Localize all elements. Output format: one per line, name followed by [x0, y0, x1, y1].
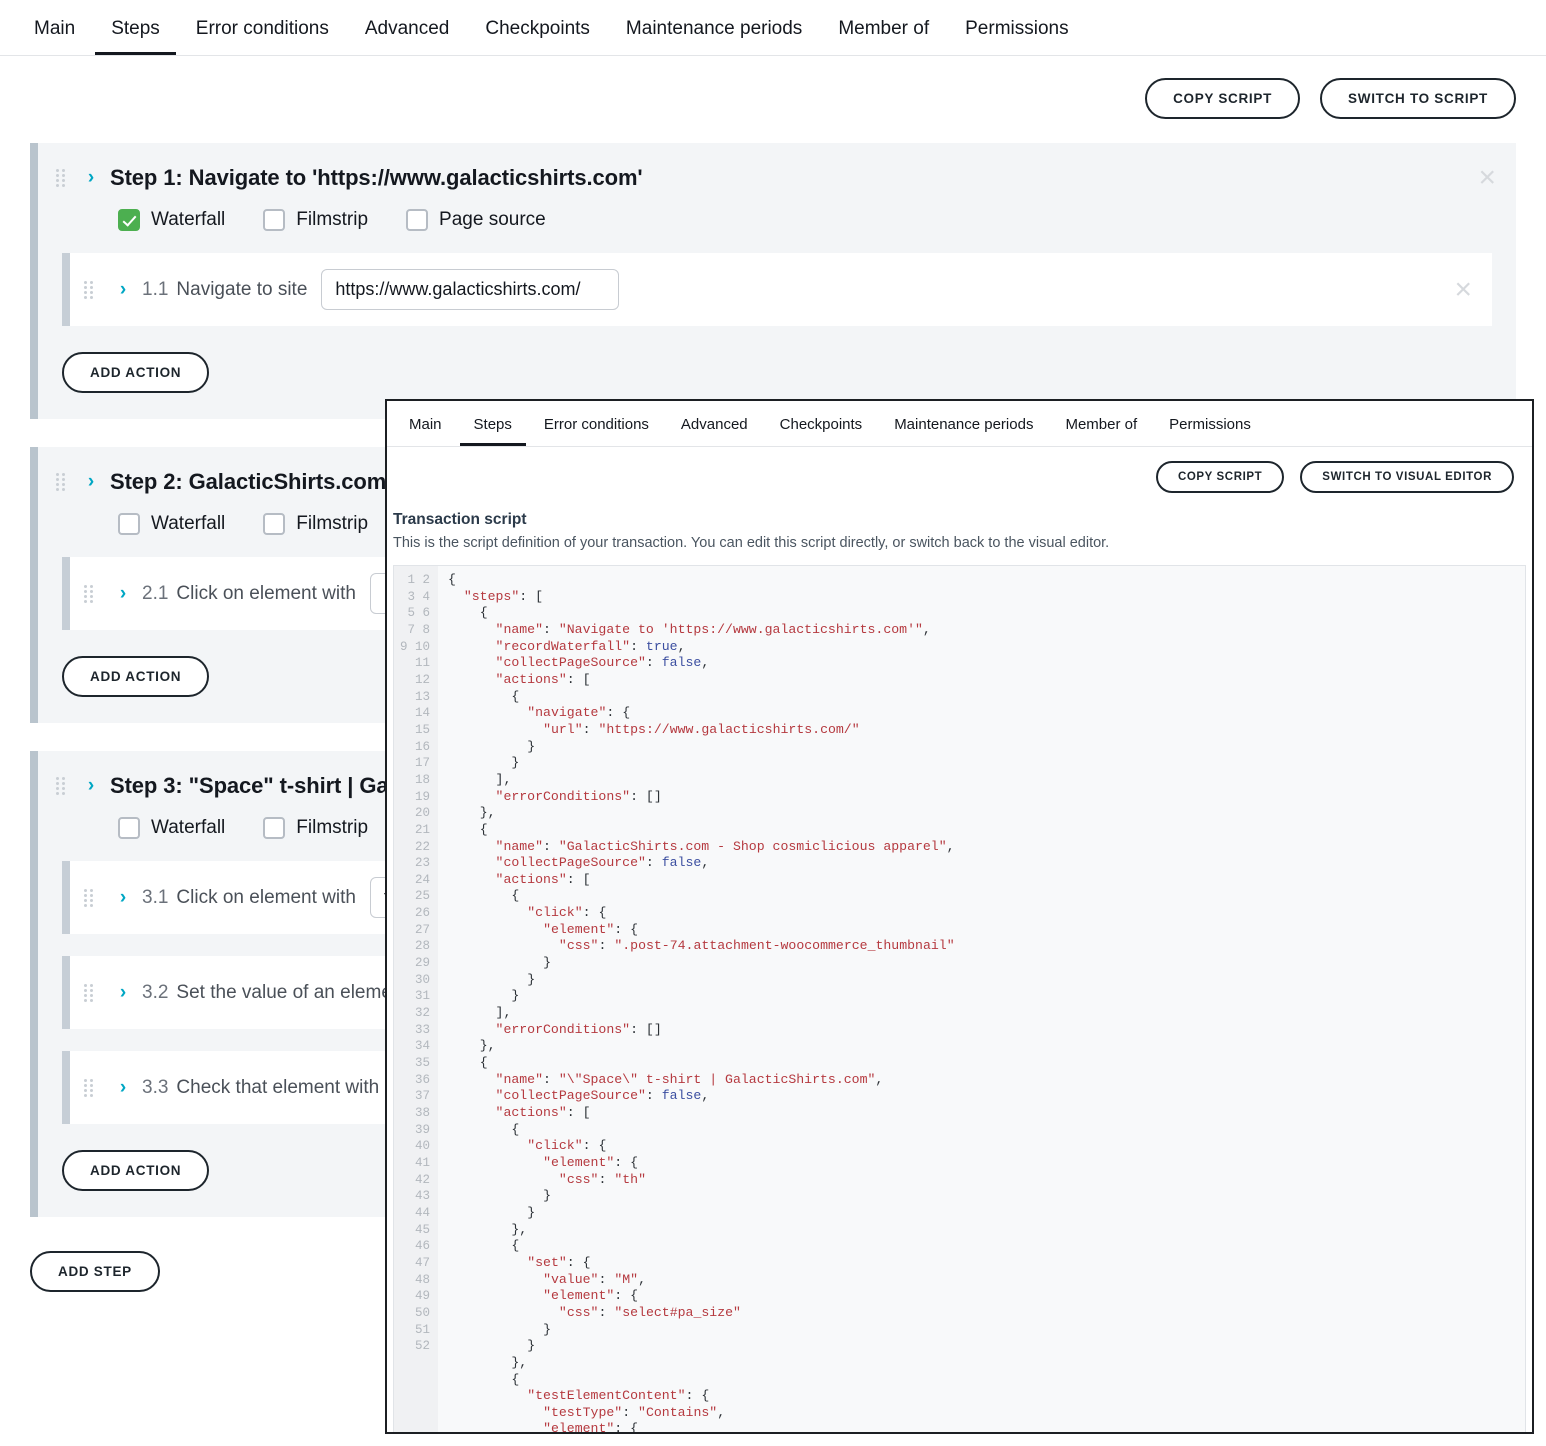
drag-handle-icon[interactable] — [84, 1077, 98, 1099]
drag-handle-icon[interactable] — [84, 887, 98, 909]
switch-to-script-button[interactable]: SWITCH TO SCRIPT — [1320, 78, 1516, 119]
copy-script-button[interactable]: COPY SCRIPT — [1145, 78, 1301, 119]
overlay-copy-script-button[interactable]: COPY SCRIPT — [1155, 461, 1285, 493]
tab-checkpoints[interactable]: Checkpoints — [469, 19, 606, 55]
drag-handle-icon[interactable] — [84, 279, 98, 301]
drag-handle-icon[interactable] — [56, 167, 70, 189]
chevron-right-icon[interactable]: › — [82, 775, 100, 797]
tab-main[interactable]: Main — [18, 19, 91, 55]
overlay-toolbar: COPY SCRIPT SWITCH TO VISUAL EDITOR — [387, 447, 1532, 493]
drag-handle-icon[interactable] — [56, 471, 70, 493]
checkbox-label: Waterfall — [151, 209, 226, 230]
overlay-tabbar: Main Steps Error conditions Advanced Checkpo… — [387, 401, 1532, 447]
checkbox-empty-icon[interactable] — [263, 209, 286, 231]
tab-permissions[interactable]: Permissions — [949, 19, 1084, 55]
checkbox-empty-icon[interactable] — [263, 513, 286, 535]
chevron-right-icon[interactable]: › — [82, 471, 100, 493]
overlay-tab-member-of[interactable]: Member of — [1051, 417, 1151, 446]
checkmark-icon[interactable] — [118, 209, 140, 231]
step-header: › Step 1: Navigate to 'https://www.galact… — [38, 163, 1516, 193]
tab-steps[interactable]: Steps — [95, 19, 176, 55]
editor-toolbar: COPY SCRIPT SWITCH TO SCRIPT — [0, 56, 1546, 119]
action-value-input[interactable] — [321, 269, 620, 310]
drag-handle-icon[interactable] — [56, 775, 70, 797]
checkbox-label: Page source — [439, 209, 546, 230]
add-action-button[interactable]: ADD ACTION — [62, 656, 210, 697]
overlay-tab-main[interactable]: Main — [395, 417, 456, 446]
script-code-editor[interactable]: 1 2 3 4 5 6 7 8 9 10 11 12 13 14 15 16 1… — [393, 565, 1526, 1432]
checkbox-page-source[interactable]: Page source — [406, 209, 546, 231]
overlay-tab-advanced[interactable]: Advanced — [667, 417, 762, 446]
step-options: Waterfall Filmstrip Page source — [38, 191, 1516, 231]
close-icon[interactable]: × — [1478, 163, 1496, 193]
overlay-tab-maintenance-periods[interactable]: Maintenance periods — [880, 417, 1047, 446]
chevron-right-icon[interactable]: › — [114, 887, 132, 909]
drag-handle-icon[interactable] — [84, 583, 98, 605]
checkbox-label: Filmstrip — [296, 817, 369, 838]
chevron-right-icon[interactable]: › — [114, 583, 132, 605]
checkbox-filmstrip[interactable]: Filmstrip — [263, 513, 368, 535]
action-label: 3.3 Check that element with — [142, 1076, 380, 1098]
action-number: 1.1 — [142, 278, 169, 300]
transaction-script-description: This is the script definition of your tr… — [393, 535, 1110, 551]
checkbox-empty-icon[interactable] — [118, 513, 140, 535]
checkbox-waterfall[interactable]: Waterfall — [118, 817, 225, 839]
tab-advanced[interactable]: Advanced — [349, 19, 466, 55]
action-number: 2.1 — [142, 582, 169, 604]
action-number: 3.1 — [142, 886, 169, 908]
chevron-right-icon[interactable]: › — [82, 167, 100, 189]
code-line-numbers: 1 2 3 4 5 6 7 8 9 10 11 12 13 14 15 16 1… — [394, 566, 438, 1432]
action-row: › 1.1Navigate to site × — [62, 253, 1492, 326]
overlay-tab-permissions[interactable]: Permissions — [1155, 417, 1265, 446]
step-title: Step 1: Navigate to 'https://www.galacti… — [110, 165, 643, 190]
editor-tabbar: Main Steps Error conditions Advanced Checkpo… — [0, 0, 1546, 56]
action-label: 1.1 Navigate to site — [142, 278, 308, 300]
checkbox-label: Filmstrip — [296, 513, 369, 534]
add-step-button[interactable]: ADD STEP — [30, 1251, 160, 1292]
overlay-tab-checkpoints[interactable]: Checkpoints — [766, 417, 877, 446]
step-card: › Step 1: Navigate to 'https://www.galact… — [30, 143, 1516, 419]
checkbox-label: Waterfall — [151, 817, 226, 838]
checkbox-label: Waterfall — [151, 513, 226, 534]
close-icon[interactable]: × — [1454, 274, 1472, 305]
chevron-right-icon[interactable]: › — [114, 1077, 132, 1099]
chevron-right-icon[interactable]: › — [114, 279, 132, 301]
action-label: 3.1 Click on element with — [142, 886, 356, 908]
code-content[interactable]: { "steps": [ { "name": "Navigate to 'htt… — [438, 566, 1525, 1432]
drag-handle-icon[interactable] — [84, 982, 98, 1004]
checkbox-empty-icon[interactable] — [263, 817, 286, 839]
overlay-tab-error-conditions[interactable]: Error conditions — [530, 417, 663, 446]
checkbox-label: Filmstrip — [296, 209, 369, 230]
checkbox-filmstrip[interactable]: Filmstrip — [263, 817, 368, 839]
action-number: 3.2 — [142, 981, 169, 1003]
chevron-right-icon[interactable]: › — [114, 982, 132, 1004]
checkbox-empty-icon[interactable] — [118, 817, 140, 839]
tab-member-of[interactable]: Member of — [822, 19, 945, 55]
checkbox-filmstrip[interactable]: Filmstrip — [263, 209, 368, 231]
transaction-script-heading: Transaction script — [393, 511, 527, 528]
action-label: 3.2 Set the value of an element — [142, 981, 408, 1003]
add-action-button[interactable]: ADD ACTION — [62, 1150, 210, 1191]
tab-error-conditions[interactable]: Error conditions — [180, 19, 345, 55]
overlay-tab-steps[interactable]: Steps — [459, 417, 526, 446]
checkbox-empty-icon[interactable] — [406, 209, 429, 231]
checkbox-waterfall[interactable]: Waterfall — [118, 513, 225, 535]
add-action-button[interactable]: ADD ACTION — [62, 352, 210, 393]
action-number: 3.3 — [142, 1076, 169, 1098]
transaction-editor-page: Main Steps Error conditions Advanced Checkpo… — [0, 0, 1546, 1446]
overlay-switch-to-visual-editor-button[interactable]: SWITCH TO VISUAL EDITOR — [1300, 461, 1514, 493]
overlay-body: Transaction script This is the script de… — [387, 493, 1532, 1432]
script-editor-overlay: Main Steps Error conditions Advanced Checkpo… — [385, 399, 1534, 1434]
tab-maintenance-periods[interactable]: Maintenance periods — [610, 19, 818, 55]
checkbox-waterfall[interactable]: Waterfall — [118, 209, 225, 231]
action-label: 2.1 Click on element with — [142, 582, 356, 604]
